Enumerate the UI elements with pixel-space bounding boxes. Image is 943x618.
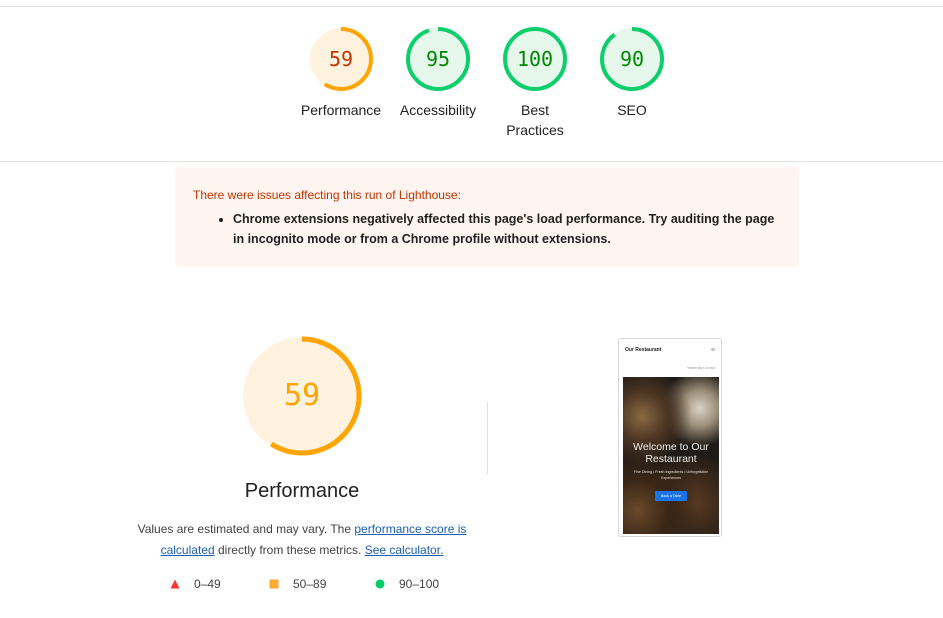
performance-title: Performance xyxy=(244,480,360,502)
performance-description: Values are estimated and may vary. The p… xyxy=(132,519,472,561)
gauge-accessibility[interactable]: 95 Accessibility xyxy=(388,26,488,120)
gauge-accessibility-ring: 95 xyxy=(406,27,470,91)
score-summary: 59 Performance 95 Accessibility 100 Best… xyxy=(0,7,943,161)
gauge-best-practices-label-line1: Best xyxy=(520,102,549,118)
screenshot-hero-button: Book a Table xyxy=(654,491,688,501)
warning-box: There were issues affecting this run of … xyxy=(175,167,799,267)
legend-average: 50–89 xyxy=(269,576,326,592)
legend-pass: 90–100 xyxy=(375,576,439,592)
gauge-performance-ring: 59 xyxy=(309,27,373,91)
performance-desc-prefix: Values are estimated and may vary. The xyxy=(137,522,355,536)
section-divider xyxy=(0,161,943,162)
screenshot-hero: Welcome to Our Restaurant Fine Dining • … xyxy=(623,377,719,534)
gauge-seo-ring: 90 xyxy=(600,27,664,91)
gauge-accessibility-label: Accessibility xyxy=(399,102,477,118)
screenshot-hero-title: Welcome to Our Restaurant xyxy=(633,441,709,465)
gauge-seo-value: 90 xyxy=(620,47,644,71)
legend-average-range: 50–89 xyxy=(293,577,327,591)
page-screenshot-thumbnail[interactable]: Our Restaurant ≡ Yesterday's crowd Welco… xyxy=(618,338,722,537)
warning-item: Chrome extensions negatively affected th… xyxy=(233,209,781,249)
gauge-best-practices-label: Best Practices xyxy=(485,100,585,140)
gauge-best-practices[interactable]: 100 Best Practices xyxy=(485,26,585,140)
screenshot-hero-subtitle: Fine Dining • Fresh Ingredients • Unforg… xyxy=(633,470,709,480)
triangle-icon xyxy=(170,579,180,589)
gauge-seo[interactable]: 90 SEO xyxy=(582,26,682,120)
gauge-best-practices-label-line2: Practices xyxy=(506,122,564,138)
legend-pass-range: 90–100 xyxy=(399,577,440,591)
performance-gauge-ring: 59 xyxy=(242,336,362,456)
performance-desc-middle: directly from these metrics. xyxy=(214,543,365,557)
vertical-divider xyxy=(487,402,488,474)
gauge-performance-label: Performance xyxy=(300,102,382,118)
gauge-best-practices-value: 100 xyxy=(517,47,553,71)
gauge-best-practices-ring: 100 xyxy=(503,27,567,91)
square-icon xyxy=(269,579,279,589)
see-calculator-link[interactable]: See calculator. xyxy=(365,543,444,557)
screenshot-brand: Our Restaurant xyxy=(625,347,662,353)
legend-fail-range: 0–49 xyxy=(194,577,221,591)
gauge-performance-value: 59 xyxy=(329,47,353,71)
screenshot-header: Our Restaurant ≡ xyxy=(619,339,721,361)
gauge-seo-label: SEO xyxy=(617,102,647,118)
circle-icon xyxy=(375,579,385,589)
warning-title: There were issues affecting this run of … xyxy=(193,188,461,202)
performance-gauge-value: 59 xyxy=(284,378,320,413)
gauge-performance[interactable]: 59 Performance xyxy=(291,26,391,120)
gauge-accessibility-value: 95 xyxy=(426,47,450,71)
performance-gauge-large: 59 xyxy=(241,335,363,457)
screenshot-subtext: Yesterday's crowd xyxy=(686,366,715,370)
hamburger-menu-icon: ≡ xyxy=(710,346,715,354)
legend-fail: 0–49 xyxy=(170,576,221,592)
warning-list: Chrome extensions negatively affected th… xyxy=(193,209,781,249)
